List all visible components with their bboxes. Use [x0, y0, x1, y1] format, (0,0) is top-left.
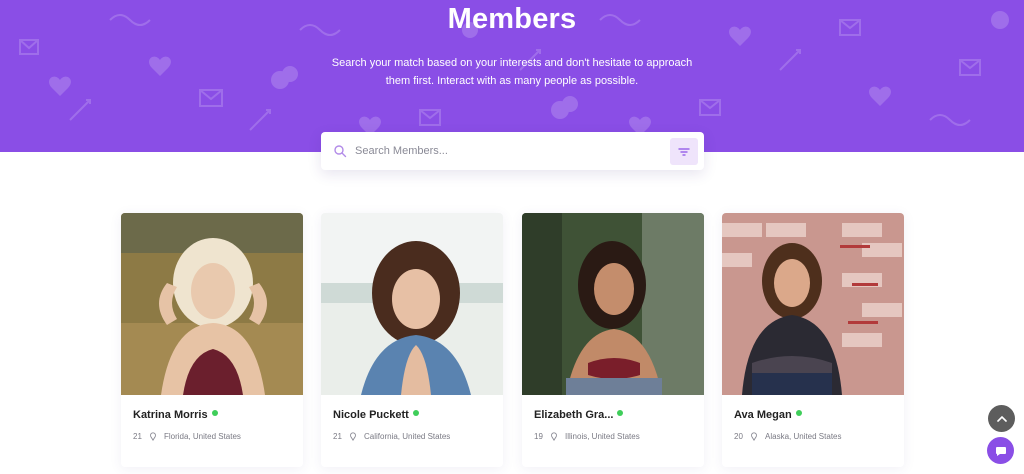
member-photo[interactable] [722, 213, 904, 395]
member-card[interactable]: Ava Megan 20 Alaska, United States [722, 213, 904, 467]
online-status-indicator [211, 410, 218, 416]
member-info: Ava Megan 20 Alaska, United States [722, 395, 904, 467]
member-name[interactable]: Ava Megan [734, 409, 802, 421]
member-meta: 20 Alaska, United States [734, 432, 841, 441]
member-name[interactable]: Elizabeth Gra... [534, 409, 624, 421]
member-age: 21 [333, 432, 342, 441]
member-location: Florida, United States [164, 432, 241, 441]
member-card[interactable]: Nicole Puckett 21 California, United Sta… [321, 213, 503, 467]
chevron-up-icon [996, 415, 1007, 422]
location-pin-icon [150, 432, 156, 441]
page-title: Members [447, 3, 577, 35]
location-pin-icon [751, 432, 757, 441]
member-location: Alaska, United States [765, 432, 842, 441]
member-photo[interactable] [321, 213, 503, 395]
filter-icon [678, 147, 690, 156]
search-icon [334, 145, 347, 158]
member-meta: 19 Illinois, United States [534, 432, 640, 441]
member-info: Katrina Morris 21 Florida, United States [121, 395, 303, 467]
member-location: Illinois, United States [565, 432, 640, 441]
member-meta: 21 California, United States [333, 432, 450, 441]
chat-button[interactable] [987, 437, 1014, 464]
member-info: Elizabeth Gra... 19 Illinois, United Sta… [522, 395, 704, 467]
member-card[interactable]: Katrina Morris 21 Florida, United States [121, 213, 303, 467]
search-bar [321, 132, 704, 170]
members-grid: Katrina Morris 21 Florida, United States [121, 213, 905, 474]
member-age: 20 [734, 432, 743, 441]
member-meta: 21 Florida, United States [133, 432, 241, 441]
members-hero: Members Search your match based on your … [0, 0, 1024, 152]
member-info: Nicole Puckett 21 California, United Sta… [321, 395, 503, 467]
filter-button[interactable] [670, 138, 698, 165]
location-pin-icon [350, 432, 356, 441]
online-status-indicator [617, 410, 624, 416]
chat-icon [995, 446, 1006, 456]
member-name[interactable]: Nicole Puckett [333, 409, 419, 421]
online-status-indicator [412, 410, 419, 416]
member-age: 19 [534, 432, 543, 441]
member-photo[interactable] [121, 213, 303, 395]
member-name[interactable]: Katrina Morris [133, 409, 218, 421]
member-location: California, United States [364, 432, 451, 441]
page-description: Search your match based on your interest… [331, 57, 693, 87]
scroll-to-top-button[interactable] [988, 405, 1015, 432]
online-status-indicator [795, 410, 802, 416]
location-pin-icon [551, 432, 557, 441]
member-photo[interactable] [522, 213, 704, 395]
member-age: 21 [133, 432, 142, 441]
search-input[interactable] [355, 140, 665, 162]
member-card[interactable]: Elizabeth Gra... 19 Illinois, United Sta… [522, 213, 704, 467]
